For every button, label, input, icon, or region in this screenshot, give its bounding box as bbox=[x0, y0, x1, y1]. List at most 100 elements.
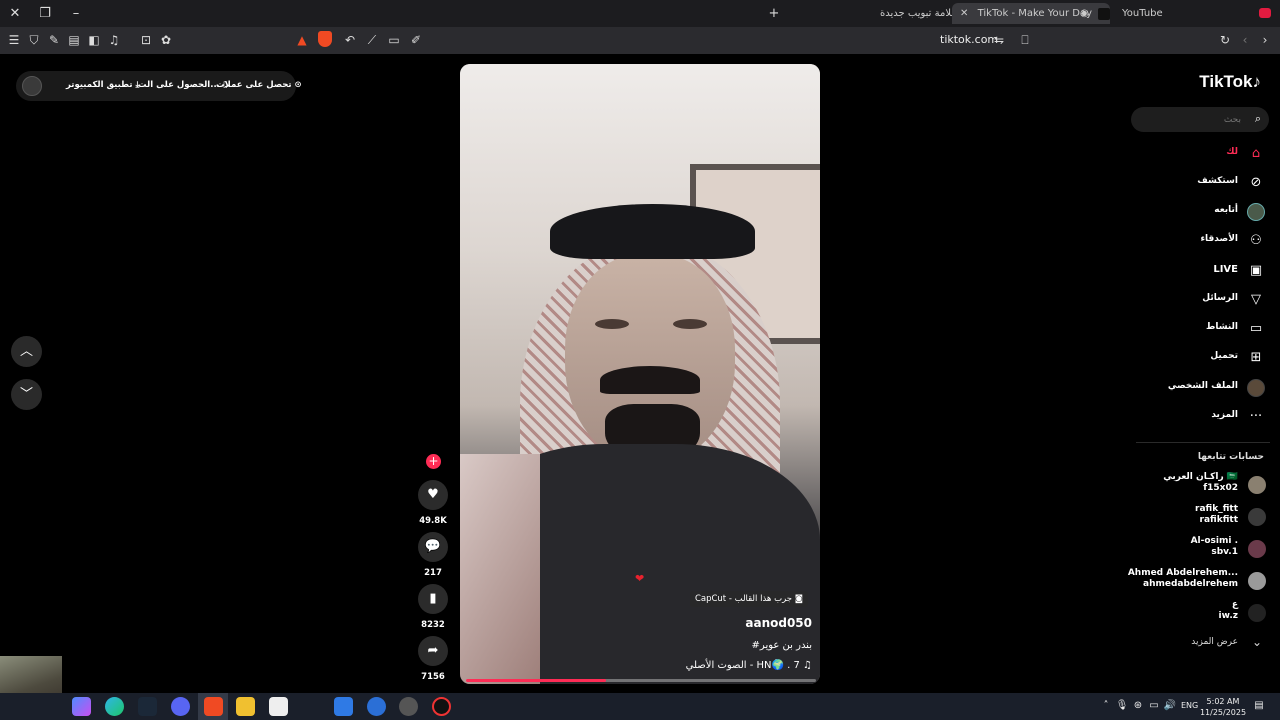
video-music[interactable]: الصوت الأصلي - HN🌍 . 7 ♫ bbox=[686, 660, 812, 671]
clock[interactable]: 5:02 AM 11/25/2025 bbox=[1199, 696, 1247, 718]
share-button[interactable]: ➦ bbox=[418, 636, 448, 666]
nav-more[interactable]: المزيد ··· bbox=[1130, 405, 1280, 429]
settings-icon[interactable] bbox=[399, 697, 418, 716]
home-icon: ⌂ bbox=[1251, 146, 1261, 161]
brave-icon[interactable] bbox=[204, 697, 223, 716]
video-username[interactable]: aanod050 bbox=[745, 616, 812, 630]
steam-icon[interactable] bbox=[138, 697, 157, 716]
avatar[interactable] bbox=[22, 76, 42, 96]
volume-icon[interactable]: 🔊 bbox=[1163, 699, 1177, 713]
comment-button[interactable]: 💬 bbox=[418, 532, 448, 562]
extensions-icon[interactable]: ✿ bbox=[158, 32, 174, 48]
desktop-app-link[interactable]: تطبيق الكمبيوتر ⤓ bbox=[66, 80, 139, 90]
address-bar[interactable]: tiktok.com bbox=[940, 33, 998, 46]
tab-new-tab[interactable]: علامة تبويب جديدة bbox=[872, 3, 954, 24]
display-icon[interactable]: ▭ bbox=[1147, 699, 1161, 713]
back-icon[interactable]: › bbox=[1257, 32, 1273, 48]
site-settings-icon[interactable]: ⇋ bbox=[991, 32, 1007, 48]
xbox-icon[interactable]: ⊛ bbox=[1131, 699, 1145, 713]
tiktok-page: تطبيق الكمبيوتر ⤓ الحصول على الت... ▯ تح… bbox=[0, 54, 1280, 693]
search-icon[interactable]: ⌕ bbox=[1255, 112, 1261, 126]
nav-upload[interactable]: تحميل ⊞ bbox=[1130, 346, 1280, 370]
taskbar: ˄ 🎙 ⊛ ▭ 🔊 ENG 5:02 AM 11/25/2025 ▤ bbox=[0, 693, 1280, 720]
account-name: rafik_fitt bbox=[1195, 504, 1238, 514]
sidebar-icon[interactable]: ◧ bbox=[86, 32, 102, 48]
save-button[interactable]: ▮ bbox=[418, 584, 448, 614]
close-tab-icon[interactable]: ✕ bbox=[960, 8, 968, 19]
video-hashtag[interactable]: #بندر بن عوير bbox=[752, 640, 812, 651]
nav-live[interactable]: LIVE ▣ bbox=[1130, 259, 1280, 283]
search-input[interactable] bbox=[1141, 111, 1241, 128]
like-button[interactable]: ♥ bbox=[418, 480, 448, 510]
search-box[interactable]: ⌕ bbox=[1131, 107, 1269, 132]
ai-icon[interactable]: ⟋ bbox=[364, 32, 380, 48]
bluetooth-app-icon[interactable] bbox=[367, 697, 386, 716]
tiktok-logo[interactable]: TikTok♪ bbox=[1199, 72, 1264, 92]
get-app-link[interactable]: الحصول على الت... ▯ bbox=[138, 80, 228, 90]
forward-icon[interactable]: ‹ bbox=[1237, 32, 1253, 48]
following-account[interactable]: ع iw.z bbox=[1130, 600, 1280, 626]
follow-plus-button[interactable]: + bbox=[426, 454, 441, 469]
compass-icon: ⊘ bbox=[1250, 175, 1262, 190]
nav-explore[interactable]: استكشف ⊘ bbox=[1130, 171, 1280, 195]
nav-friends[interactable]: الأصدقاء ⚇ bbox=[1130, 229, 1280, 253]
following-account[interactable]: Al-osimi . sbv.1 bbox=[1130, 536, 1280, 562]
app-icon[interactable] bbox=[432, 697, 451, 716]
capcut-effect-link[interactable]: CapCut - جرب هذا القالب ◙ bbox=[689, 591, 808, 607]
shield-icon[interactable]: ⛉ bbox=[26, 32, 42, 48]
chevron-up-icon[interactable]: ˄ bbox=[1099, 699, 1113, 713]
audio-icon[interactable]: ◉ bbox=[1080, 3, 1089, 24]
following-account[interactable]: راكـان العربي 🇸🇦 f15x02 bbox=[1130, 472, 1280, 498]
language-indicator[interactable]: ENG bbox=[1181, 701, 1198, 710]
tab-tiktok[interactable]: ✕ TikTok - Make Your Day ◉ bbox=[952, 3, 1110, 24]
menu-icon[interactable]: ☰ bbox=[6, 32, 22, 48]
video-progress-bar[interactable] bbox=[466, 679, 816, 682]
see-more-button[interactable]: عرض المزيد ⌄ bbox=[1130, 634, 1280, 654]
get-coins-link[interactable]: تحصل على عملات ⊙ bbox=[216, 80, 302, 90]
discord-icon[interactable] bbox=[171, 697, 190, 716]
brush-icon[interactable]: ✎ bbox=[46, 32, 62, 48]
bookmark-icon[interactable]: ⎕ bbox=[1017, 32, 1033, 48]
nav-following[interactable]: أتابعه bbox=[1130, 200, 1280, 224]
video-player[interactable]: ❤ CapCut - جرب هذا القالب ◙ aanod050 #بن… bbox=[460, 64, 820, 684]
nav-messages[interactable]: الرسائل ▽ bbox=[1130, 288, 1280, 312]
reload-icon[interactable]: ↻ bbox=[1217, 32, 1233, 48]
avatar bbox=[1248, 604, 1266, 622]
copilot-icon[interactable] bbox=[72, 697, 91, 716]
wallet-icon[interactable]: ▤ bbox=[66, 32, 82, 48]
following-account[interactable]: Ahmed Abdelrehem... ahmedabdelrehem bbox=[1127, 568, 1280, 594]
calendar-icon[interactable] bbox=[269, 697, 288, 716]
desktop-app-label: تطبيق الكمبيوتر bbox=[66, 80, 133, 90]
screenshot-icon[interactable]: ⊡ bbox=[138, 32, 154, 48]
brave-rewards-icon[interactable]: ▲ bbox=[294, 32, 310, 48]
mail-icon[interactable] bbox=[334, 697, 353, 716]
tab-youtube[interactable]: YouTube bbox=[1114, 3, 1244, 24]
new-tab-icon[interactable]: + bbox=[765, 5, 783, 23]
nav-label: لك bbox=[1226, 147, 1238, 157]
brave-shields-icon[interactable] bbox=[318, 31, 332, 47]
close-window-icon[interactable]: ✕ bbox=[6, 5, 24, 23]
following-accounts-title: حسابات تتابعها bbox=[1197, 452, 1264, 462]
nav-profile[interactable]: الملف الشخصي bbox=[1130, 376, 1280, 400]
file-explorer-icon[interactable] bbox=[236, 697, 255, 716]
tab-label: TikTok - Make Your Day bbox=[977, 8, 1093, 19]
undo-icon[interactable]: ↶ bbox=[342, 32, 358, 48]
nav-activity[interactable]: النشاط ▭ bbox=[1130, 317, 1280, 341]
account-name: Ahmed Abdelrehem... bbox=[1127, 568, 1238, 578]
browser-tab-strip: ✕ ❐ – + علامة تبويب جديدة ✕ TikTok - Mak… bbox=[0, 0, 1280, 27]
tab-label: YouTube bbox=[1122, 8, 1163, 19]
music-icon[interactable]: ♫ bbox=[106, 32, 122, 48]
notification-icon[interactable]: ▤ bbox=[1252, 699, 1266, 713]
nav-for-you[interactable]: لك ⌂ bbox=[1130, 142, 1280, 166]
minimize-window-icon[interactable]: – bbox=[67, 5, 85, 23]
avatar bbox=[1248, 508, 1266, 526]
cast-icon[interactable]: ▭ bbox=[386, 32, 402, 48]
logo-text: TikTok bbox=[1199, 72, 1253, 91]
edge-icon[interactable] bbox=[105, 697, 124, 716]
next-video-button[interactable]: ﹀ bbox=[11, 379, 42, 410]
microphone-icon[interactable]: 🎙 bbox=[1115, 699, 1129, 713]
restore-window-icon[interactable]: ❐ bbox=[36, 5, 54, 23]
following-account[interactable]: rafik_fitt rafikfitt bbox=[1130, 504, 1280, 530]
edit-icon[interactable]: ✐ bbox=[408, 32, 424, 48]
previous-video-button[interactable]: ︿ bbox=[11, 336, 42, 367]
